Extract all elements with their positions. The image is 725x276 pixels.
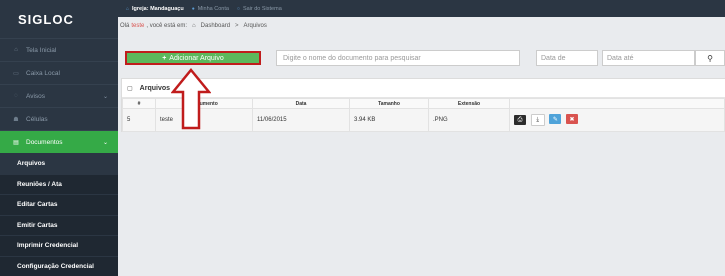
date-from-field[interactable]: Data de — [536, 50, 598, 66]
sidebar-subitem-reunioes[interactable]: Reuniões / Ata — [0, 174, 118, 195]
sidebar-item-celulas[interactable]: ☗ Células — [0, 107, 118, 130]
home-icon: ⌂ — [12, 47, 20, 53]
sidebar-item-documentos[interactable]: ▤ Documentos ⌄ — [0, 130, 118, 153]
delete-button[interactable]: ✖ — [566, 114, 578, 124]
edit-button[interactable]: ✎ — [549, 114, 561, 124]
date-to-field[interactable]: Data até — [602, 50, 695, 66]
logout-link[interactable]: ○ Sair do Sistema — [237, 6, 282, 12]
col-header: # — [123, 99, 156, 109]
breadcrumb-separator: > — [235, 23, 239, 29]
cell-extensao: .PNG — [429, 109, 510, 132]
highlight-arrow-icon — [171, 68, 211, 130]
sidebar-item-label: Documentos — [26, 139, 63, 146]
add-file-button[interactable]: + Adicionar Arquivo — [125, 51, 261, 65]
greeting-text: Olá — [120, 23, 129, 29]
col-header: Extensão — [429, 99, 510, 109]
sidebar-subitem-arquivos[interactable]: Arquivos — [0, 153, 118, 174]
greeting-suffix: , você está em: — [146, 23, 187, 29]
sidebar-item-label: Células — [26, 116, 48, 123]
col-header: Tamanho — [350, 99, 429, 109]
search-input[interactable]: Digite o nome do documento para pesquisa… — [276, 50, 520, 66]
chevron-down-icon: ⌄ — [103, 139, 108, 146]
search-button[interactable]: ⚲ — [695, 50, 725, 66]
users-icon: ☗ — [12, 116, 20, 123]
files-table: # Documento Data Tamanho Extensão 5 test… — [122, 98, 725, 132]
home-icon: ⌂ — [192, 23, 196, 29]
breadcrumb: Olá teste , você está em: ⌂ Dashboard > … — [118, 17, 725, 34]
folder-icon: ▢ — [127, 85, 133, 92]
sidebar-subitem-emitir-cartas[interactable]: Emitir Cartas — [0, 215, 118, 236]
plus-icon: + — [162, 55, 166, 62]
col-header: Data — [253, 99, 350, 109]
print-icon: ⎙ — [518, 117, 523, 124]
table-row: 5 teste 11/06/2015 3.94 KB .PNG ⎙ ⤓ ✎ ✖ — [123, 109, 725, 132]
col-header — [510, 99, 725, 109]
search-icon: ⚲ — [707, 54, 713, 63]
panel-header: ▢ Arquivos — [122, 79, 725, 98]
church-selector[interactable]: ⌂ Igreja: Mandaguaçu — [126, 6, 184, 12]
user-icon: ● — [192, 6, 195, 12]
sidebar: SIGLOC ⌂ Tela Inicial ▭ Caixa Local ◌ Av… — [0, 0, 118, 253]
sidebar-item-tela-inicial[interactable]: ⌂ Tela Inicial — [0, 38, 118, 61]
cell-id: 5 — [123, 109, 156, 132]
bell-icon: ◌ — [12, 93, 20, 99]
sidebar-item-label: Avisos — [26, 93, 45, 100]
print-button[interactable]: ⎙ — [514, 115, 526, 125]
my-account-link[interactable]: ● Minha Conta — [192, 6, 229, 12]
cell-tamanho: 3.94 KB — [350, 109, 429, 132]
files-panel: ▢ Arquivos # Documento Data Tamanho Exte… — [121, 78, 725, 132]
download-button[interactable]: ⤓ — [531, 114, 545, 126]
sidebar-item-label: Tela Inicial — [26, 47, 56, 54]
sidebar-subitem-configuracao-credencial[interactable]: Configuração Credencial — [0, 256, 118, 276]
download-icon: ⤓ — [536, 117, 539, 124]
top-bar: ⌂ Igreja: Mandaguaçu ● Minha Conta ○ Sai… — [118, 0, 725, 17]
sidebar-item-label: Caixa Local — [26, 70, 60, 77]
chevron-down-icon: ⌄ — [103, 93, 108, 100]
sidebar-subitem-editar-cartas[interactable]: Editar Cartas — [0, 194, 118, 215]
toolbar: + Adicionar Arquivo Digite o nome do doc… — [121, 48, 725, 70]
pencil-icon: ✎ — [553, 116, 558, 123]
app-logo: SIGLOC — [0, 0, 118, 38]
power-icon: ○ — [237, 6, 240, 12]
file-icon: ▤ — [12, 139, 20, 146]
cell-actions: ⎙ ⤓ ✎ ✖ — [510, 109, 725, 132]
sidebar-item-caixa-local[interactable]: ▭ Caixa Local — [0, 61, 118, 84]
close-icon: ✖ — [570, 116, 575, 123]
breadcrumb-current: Arquivos — [244, 23, 267, 29]
panel-title: Arquivos — [140, 85, 170, 92]
cell-data: 11/06/2015 — [253, 109, 350, 132]
username-link[interactable]: teste — [131, 23, 144, 29]
sidebar-subitem-imprimir-credencial[interactable]: Imprimir Credencial — [0, 235, 118, 256]
home-icon: ⌂ — [126, 6, 129, 12]
breadcrumb-dashboard[interactable]: Dashboard — [201, 23, 230, 29]
cash-icon: ▭ — [12, 70, 20, 77]
sidebar-item-avisos[interactable]: ◌ Avisos ⌄ — [0, 84, 118, 107]
